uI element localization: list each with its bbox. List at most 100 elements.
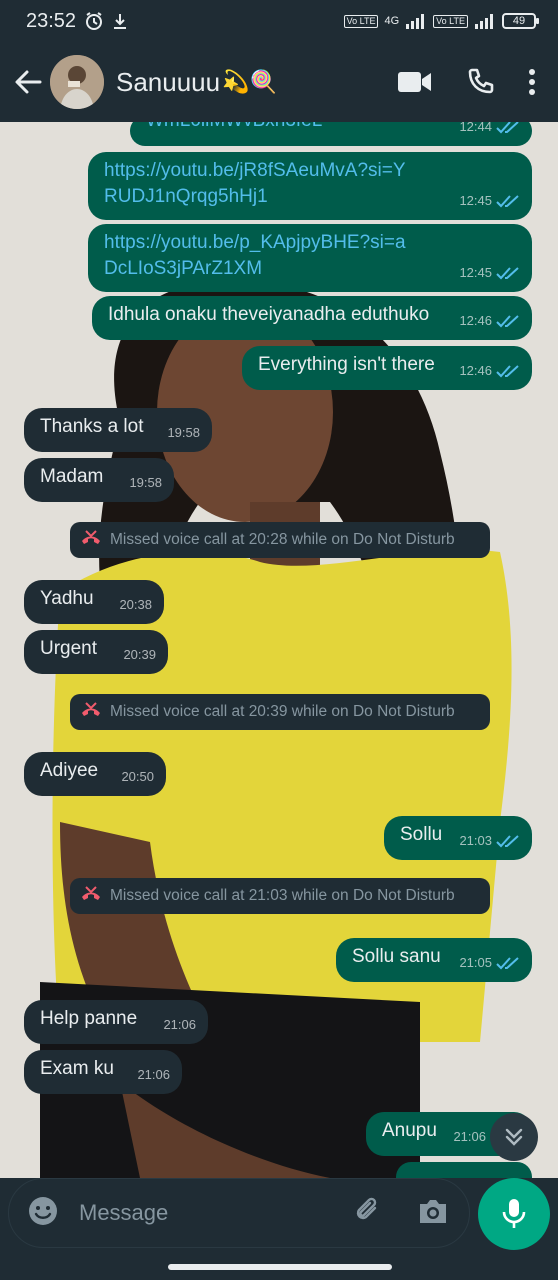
message-text[interactable]: https://youtu.be/jR8fSAeuMvA?si=YRUDJ1nQ…	[104, 158, 414, 210]
message-time: 21:06	[137, 1067, 170, 1082]
status-bar: 23:52 Vo LTE 4G Vo LTE 49	[0, 0, 558, 42]
message-bubble-outgoing[interactable]: https://youtu.be/jR8fSAeuMvA?si=YRUDJ1nQ…	[88, 152, 532, 220]
missed-call-icon	[80, 885, 102, 908]
message-bubble-outgoing[interactable]: Idhula onaku theveiyanadha eduthuko 12:4…	[92, 296, 532, 340]
message-meta: 20:50	[121, 764, 154, 790]
message-text: Anupu	[382, 1120, 437, 1141]
message-bubble-outgoing[interactable]: Everything isn't there 12:46	[242, 346, 532, 390]
message-text: Sollu sanu	[352, 946, 441, 967]
message-text: Sollu	[400, 824, 443, 845]
message-bubble-incoming[interactable]: Yadhu 20:38	[24, 580, 164, 624]
message-text: Thanks a lot	[40, 416, 144, 437]
message-meta: 12:44	[459, 122, 520, 140]
chat-header: Sanuuuu 💫🍭	[0, 42, 558, 122]
message-placeholder[interactable]: Message	[79, 1200, 168, 1226]
message-bubble-outgoing-partial[interactable]	[396, 1162, 532, 1178]
message-meta: 21:03	[459, 828, 520, 854]
message-text[interactable]: WmL0llMWvBxh3feL	[146, 122, 322, 131]
contact-name-text: Sanuuuu	[116, 66, 221, 97]
missed-call-notice[interactable]: Missed voice call at 20:39 while on Do N…	[70, 694, 490, 730]
message-meta: 21:05	[459, 950, 520, 976]
message-meta: 20:38	[119, 592, 152, 618]
missed-call-text: Missed voice call at 20:39 while on Do N…	[110, 703, 455, 720]
navigation-handle[interactable]	[168, 1264, 392, 1270]
message-time: 12:46	[459, 363, 492, 378]
more-vertical-icon	[529, 69, 535, 95]
back-button[interactable]	[10, 62, 46, 102]
read-ticks-icon	[496, 314, 520, 328]
voice-record-button[interactable]	[478, 1178, 550, 1250]
message-text: Urgent	[40, 638, 98, 659]
input-bar: Message	[0, 1178, 558, 1280]
message-meta: 20:39	[123, 642, 156, 668]
message-bubble-outgoing[interactable]: Sollu 21:03	[384, 816, 532, 860]
message-bubble-incoming[interactable]: Adiyee 20:50	[24, 752, 166, 796]
missed-call-icon	[80, 701, 102, 724]
read-ticks-icon	[496, 122, 520, 134]
message-text: Help panne	[40, 1008, 138, 1029]
message-bubble-incoming[interactable]: Urgent 20:39	[24, 630, 168, 674]
message-time: 12:44	[459, 122, 492, 134]
read-ticks-icon	[496, 266, 520, 280]
message-text: Exam ku	[40, 1058, 114, 1079]
signal-icon	[405, 13, 427, 29]
missed-call-text: Missed voice call at 21:03 while on Do N…	[110, 887, 455, 904]
message-meta: 12:46	[459, 308, 520, 334]
message-time: 20:50	[121, 769, 154, 784]
contact-name[interactable]: Sanuuuu 💫🍭	[116, 67, 277, 98]
read-ticks-icon	[496, 956, 520, 970]
chat-area[interactable]: WmL0llMWvBxh3feL 12:44 https://youtu.be/…	[0, 122, 558, 1178]
message-bubble-incoming[interactable]: Thanks a lot 19:58	[24, 408, 212, 452]
message-meta: 12:45	[459, 260, 520, 286]
message-time: 21:06	[163, 1017, 196, 1032]
message-time: 21:05	[459, 955, 492, 970]
camera-icon[interactable]	[417, 1197, 449, 1230]
emoji-icon[interactable]	[27, 1195, 59, 1232]
message-text: Idhula onaku theveiyanadha eduthuko	[108, 304, 430, 325]
message-meta: 19:58	[129, 470, 162, 496]
read-ticks-icon	[496, 194, 520, 208]
message-meta: 12:46	[459, 358, 520, 384]
message-bubble-incoming[interactable]: Madam 19:58	[24, 458, 174, 502]
message-bubble-outgoing[interactable]: https://youtu.be/p_KApjpyBHE?si=aDcLIoS3…	[88, 224, 532, 292]
message-time: 20:38	[119, 597, 152, 612]
download-icon	[112, 12, 128, 30]
read-ticks-icon	[496, 364, 520, 378]
message-bubble-outgoing[interactable]: WmL0llMWvBxh3feL 12:44	[130, 122, 532, 146]
video-call-button[interactable]	[398, 71, 432, 93]
message-time: 21:03	[459, 833, 492, 848]
message-time: 12:46	[459, 313, 492, 328]
message-time: 19:58	[129, 475, 162, 490]
message-bubble-incoming[interactable]: Exam ku 21:06	[24, 1050, 182, 1094]
double-chevron-down-icon	[505, 1128, 523, 1146]
phone-icon	[468, 68, 494, 94]
alarm-icon	[84, 11, 104, 31]
message-time: 21:06	[453, 1129, 486, 1144]
read-ticks-icon	[496, 834, 520, 848]
more-options-button[interactable]	[528, 68, 536, 96]
message-text: Yadhu	[40, 588, 94, 609]
microphone-icon	[502, 1199, 526, 1228]
message-time: 19:58	[167, 425, 200, 440]
message-input[interactable]: Message	[8, 1178, 470, 1248]
message-time: 20:39	[123, 647, 156, 662]
network-type: 4G	[384, 14, 400, 27]
voice-call-button[interactable]	[466, 68, 494, 96]
avatar[interactable]	[50, 55, 104, 109]
paperclip-icon[interactable]	[353, 1196, 383, 1231]
missed-call-notice[interactable]: Missed voice call at 21:03 while on Do N…	[70, 878, 490, 914]
signal-icon	[474, 13, 496, 29]
missed-call-text: Missed voice call at 20:28 while on Do N…	[110, 531, 455, 548]
scroll-to-bottom-button[interactable]	[490, 1113, 538, 1161]
volte-badge-2: Vo LTE	[433, 14, 468, 28]
message-meta: 21:06	[163, 1012, 196, 1038]
message-bubble-incoming[interactable]: Help panne 21:06	[24, 1000, 208, 1044]
volte-badge-1: Vo LTE	[343, 14, 379, 28]
message-text: Everything isn't there	[258, 354, 435, 375]
missed-call-icon	[80, 529, 102, 552]
message-meta: 21:06	[137, 1062, 170, 1088]
status-time: 23:52	[26, 9, 77, 32]
missed-call-notice[interactable]: Missed voice call at 20:28 while on Do N…	[70, 522, 490, 558]
message-bubble-outgoing[interactable]: Sollu sanu 21:05	[336, 938, 532, 982]
message-text[interactable]: https://youtu.be/p_KApjpyBHE?si=aDcLIoS3…	[104, 230, 414, 282]
